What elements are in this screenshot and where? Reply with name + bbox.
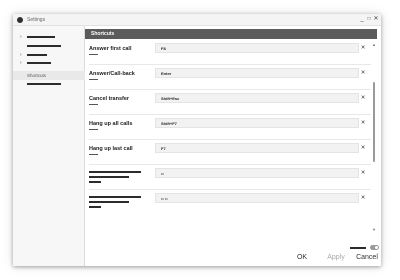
clear-icon[interactable]: ✕ — [359, 94, 367, 102]
scroll-down-icon[interactable]: ▼ — [372, 227, 376, 232]
clear-icon[interactable]: ✕ — [359, 119, 367, 127]
cancel-button[interactable]: Cancel — [353, 252, 381, 264]
close-icon[interactable]: ✕ — [373, 15, 379, 24]
shortcut-value: Enter — [161, 71, 172, 76]
sidebar-item-4[interactable]: › — [13, 59, 85, 68]
shortcut-field[interactable]: Enter — [155, 68, 359, 78]
shortcut-description-placeholder — [89, 154, 98, 155]
title-bar: Settings _ □ ✕ — [13, 14, 381, 26]
app-icon — [17, 17, 23, 23]
shortcut-description-placeholder — [89, 181, 101, 183]
shortcut-label: Answer/Call-back — [89, 71, 135, 77]
clear-icon[interactable]: ✕ — [359, 144, 367, 152]
shortcut-field[interactable]: •• •• — [155, 193, 359, 203]
sidebar-item-label: Shortcuts — [27, 73, 47, 78]
scroll-thumb[interactable] — [373, 82, 375, 162]
sidebar-item-label-placeholder — [27, 36, 55, 38]
shortcut-description-placeholder — [89, 129, 98, 130]
shortcut-label-placeholder — [89, 176, 129, 178]
sidebar-item-1[interactable]: › — [13, 33, 85, 42]
scroll-up-icon[interactable]: ▲ — [372, 42, 376, 47]
shortcut-label: Cancel transfer — [89, 96, 130, 102]
shortcut-label: Hang up all calls — [89, 121, 133, 127]
shortcut-description-placeholder — [89, 206, 101, 208]
shortcut-field[interactable]: •• — [155, 168, 359, 178]
shortcut-field[interactable]: F8 — [155, 43, 359, 53]
shortcut-description-placeholder — [89, 104, 98, 105]
shortcut-description-placeholder — [89, 79, 98, 80]
shortcut-label-placeholder — [89, 196, 141, 198]
shortcut-value: •• •• — [161, 196, 168, 201]
shortcut-row: •• •• ✕ — [89, 193, 371, 215]
shortcuts-panel: Shortcuts Answer first call F8 ✕ Answer/… — [85, 26, 381, 266]
shortcut-label-placeholder — [89, 201, 129, 203]
shortcut-value: •• — [161, 171, 164, 176]
clear-icon[interactable]: ✕ — [359, 44, 367, 52]
shortcut-field[interactable]: Shift+Esc — [155, 93, 359, 103]
sidebar-item-6[interactable] — [13, 80, 85, 89]
chevron-right-icon: › — [20, 52, 22, 58]
shortcut-row: Answer first call F8 ✕ — [89, 43, 371, 65]
sidebar-item-2[interactable] — [13, 42, 85, 51]
minimize-icon[interactable]: _ — [359, 15, 365, 24]
chevron-right-icon: › — [20, 60, 22, 66]
footer-label-placeholder — [350, 247, 366, 249]
clear-icon[interactable]: ✕ — [359, 194, 367, 202]
shortcut-label-placeholder — [89, 171, 141, 173]
shortcut-row: •• ✕ — [89, 168, 371, 190]
ok-button[interactable]: OK — [293, 252, 311, 264]
chevron-right-icon: › — [20, 34, 22, 40]
sidebar-item-label-placeholder — [27, 62, 51, 64]
settings-window: Settings _ □ ✕ › › › Shortcuts Shortcuts — [13, 14, 381, 266]
shortcut-row: Cancel transfer Shift+Esc ✕ — [89, 93, 371, 115]
clear-icon[interactable]: ✕ — [359, 69, 367, 77]
sidebar-item-label-placeholder — [27, 54, 47, 56]
shortcut-row: Answer/Call-back Enter ✕ — [89, 68, 371, 90]
shortcut-value: F7 — [161, 146, 166, 151]
shortcut-field[interactable]: F7 — [155, 143, 359, 153]
apply-button[interactable]: Apply — [321, 252, 351, 264]
sidebar-item-label-placeholder — [27, 83, 61, 85]
footer-toggle[interactable] — [370, 245, 379, 250]
shortcut-row: Hang up last call F7 ✕ — [89, 143, 371, 165]
panel-header: Shortcuts — [85, 29, 377, 39]
sidebar-item-label-placeholder — [27, 45, 61, 47]
window-title: Settings — [27, 17, 46, 23]
maximize-icon[interactable]: □ — [366, 15, 372, 24]
sidebar-item-shortcuts[interactable]: Shortcuts — [13, 71, 85, 80]
shortcut-value: F8 — [161, 46, 166, 51]
shortcut-value: Shift+F7 — [161, 121, 177, 126]
shortcut-value: Shift+Esc — [161, 96, 180, 101]
shortcut-description-placeholder — [89, 54, 98, 55]
clear-icon[interactable]: ✕ — [359, 169, 367, 177]
panel-title: Shortcuts — [91, 31, 115, 37]
shortcut-label: Answer first call — [89, 46, 132, 52]
shortcut-row: Hang up all calls Shift+F7 ✕ — [89, 118, 371, 140]
shortcut-label: Hang up last call — [89, 146, 133, 152]
sidebar: › › › Shortcuts — [13, 26, 85, 266]
shortcut-field[interactable]: Shift+F7 — [155, 118, 359, 128]
vertical-scrollbar[interactable]: ▲ ▼ — [371, 42, 377, 233]
